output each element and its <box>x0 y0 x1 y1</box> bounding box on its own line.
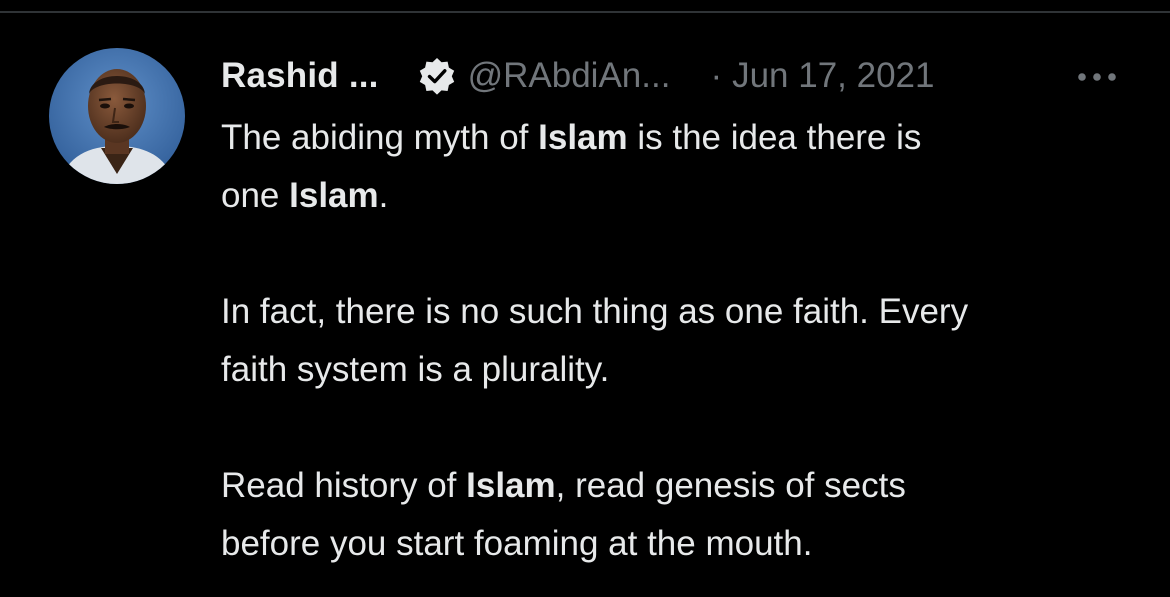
tweet-line: In fact, there is no such thing as one f… <box>221 283 1151 341</box>
text-segment: . <box>378 176 389 215</box>
tweet-paragraph: Read history of Islam, read genesis of s… <box>221 457 1151 573</box>
header-separator: · <box>710 56 723 95</box>
text-segment: The abiding myth of <box>221 118 539 157</box>
bold-keyword: Islam <box>538 118 628 157</box>
verified-badge-icon <box>417 56 457 96</box>
bold-keyword: Islam <box>466 466 556 505</box>
tweet-paragraph: In fact, there is no such thing as one f… <box>221 283 1151 399</box>
text-segment: one <box>221 176 290 215</box>
tweet-line: one Islam. <box>221 167 1151 225</box>
tweet-date[interactable]: Jun 17, 2021 <box>732 56 934 96</box>
text-segment: before you start foaming at the mouth. <box>221 524 813 563</box>
tweet-line: before you start foaming at the mouth. <box>221 515 1151 573</box>
text-segment: Read history of <box>221 466 467 505</box>
text-segment: faith system is a plurality. <box>221 350 610 389</box>
tweet[interactable]: Rashid ... @RAbdiAn... · Jun 17, 2021 Th… <box>0 0 1170 597</box>
text-segment: , read genesis of sects <box>555 466 906 505</box>
text-segment: is the idea there is <box>627 118 922 157</box>
author-name[interactable]: Rashid ... <box>221 56 379 96</box>
bold-keyword: Islam <box>289 176 379 215</box>
tweet-paragraph: The abiding myth of Islam is the idea th… <box>221 109 1151 225</box>
text-segment: In fact, there is no such thing as one f… <box>221 292 969 331</box>
author-handle[interactable]: @RAbdiAn... <box>468 56 671 96</box>
more-horizontal-icon[interactable] <box>1072 62 1122 92</box>
tweet-line: The abiding myth of Islam is the idea th… <box>221 109 1151 167</box>
tweet-line: faith system is a plurality. <box>221 341 1151 399</box>
tweet-header: Rashid ... @RAbdiAn... · Jun 17, 2021 <box>221 52 1131 100</box>
tweet-text: The abiding myth of Islam is the idea th… <box>221 109 1151 573</box>
avatar-image <box>49 48 185 184</box>
avatar[interactable] <box>49 48 185 184</box>
tweet-line: Read history of Islam, read genesis of s… <box>221 457 1151 515</box>
